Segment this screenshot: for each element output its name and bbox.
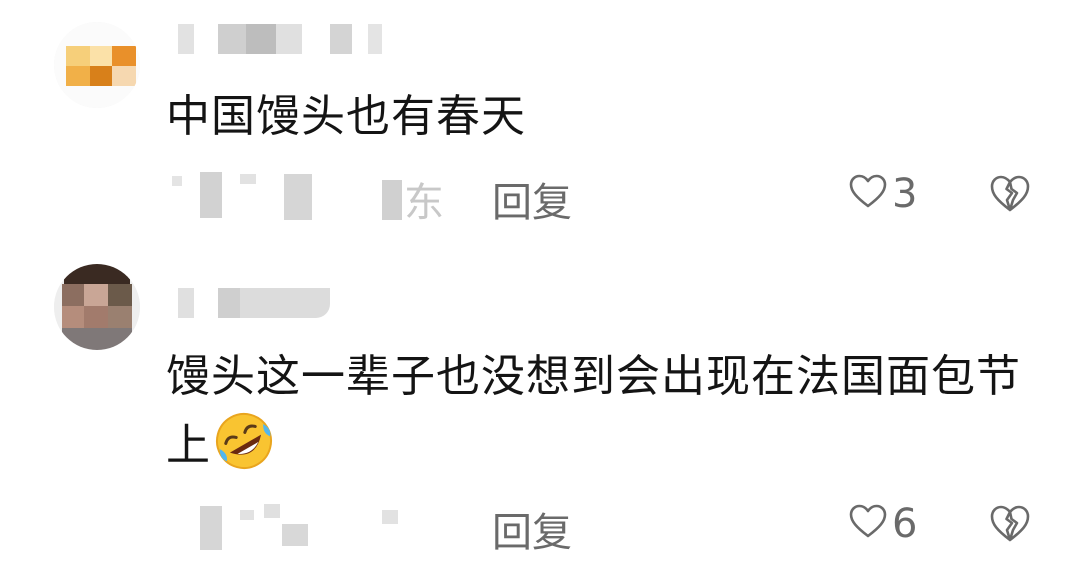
meta-fragment: 东	[404, 180, 444, 226]
like-button[interactable]: 3	[848, 166, 917, 222]
like-button[interactable]: 6	[848, 496, 917, 552]
comment-item: 馒头这一辈子也没想到会出现在法国面包节上 回复 6	[0, 240, 1080, 570]
broken-heart-icon	[988, 175, 1032, 220]
comment-text: 馒头这一辈子也没想到会出现在法国面包节上	[166, 344, 1046, 479]
dislike-button[interactable]	[988, 172, 1032, 216]
comment-text: 中国馒头也有春天	[166, 91, 526, 142]
comment-meta: 东 回复 3	[170, 164, 1040, 226]
avatar[interactable]	[54, 264, 140, 350]
avatar[interactable]	[54, 22, 140, 108]
heart-outline-icon	[848, 172, 888, 216]
comment-item: 中国馒头也有春天 东 回复 3	[0, 0, 1080, 240]
comment-meta: 回复 6	[170, 494, 1040, 556]
like-count: 6	[892, 501, 918, 547]
broken-heart-icon	[988, 505, 1032, 550]
comment-text-content: 馒头这一辈子也没想到会出现在法国面包节上	[166, 351, 1021, 471]
heart-outline-icon	[848, 502, 888, 546]
reply-button[interactable]: 回复	[492, 170, 572, 228]
reply-button[interactable]: 回复	[492, 500, 572, 558]
rolling-on-floor-laughing-emoji	[213, 410, 275, 472]
like-count: 3	[892, 171, 918, 217]
dislike-button[interactable]	[988, 502, 1032, 546]
